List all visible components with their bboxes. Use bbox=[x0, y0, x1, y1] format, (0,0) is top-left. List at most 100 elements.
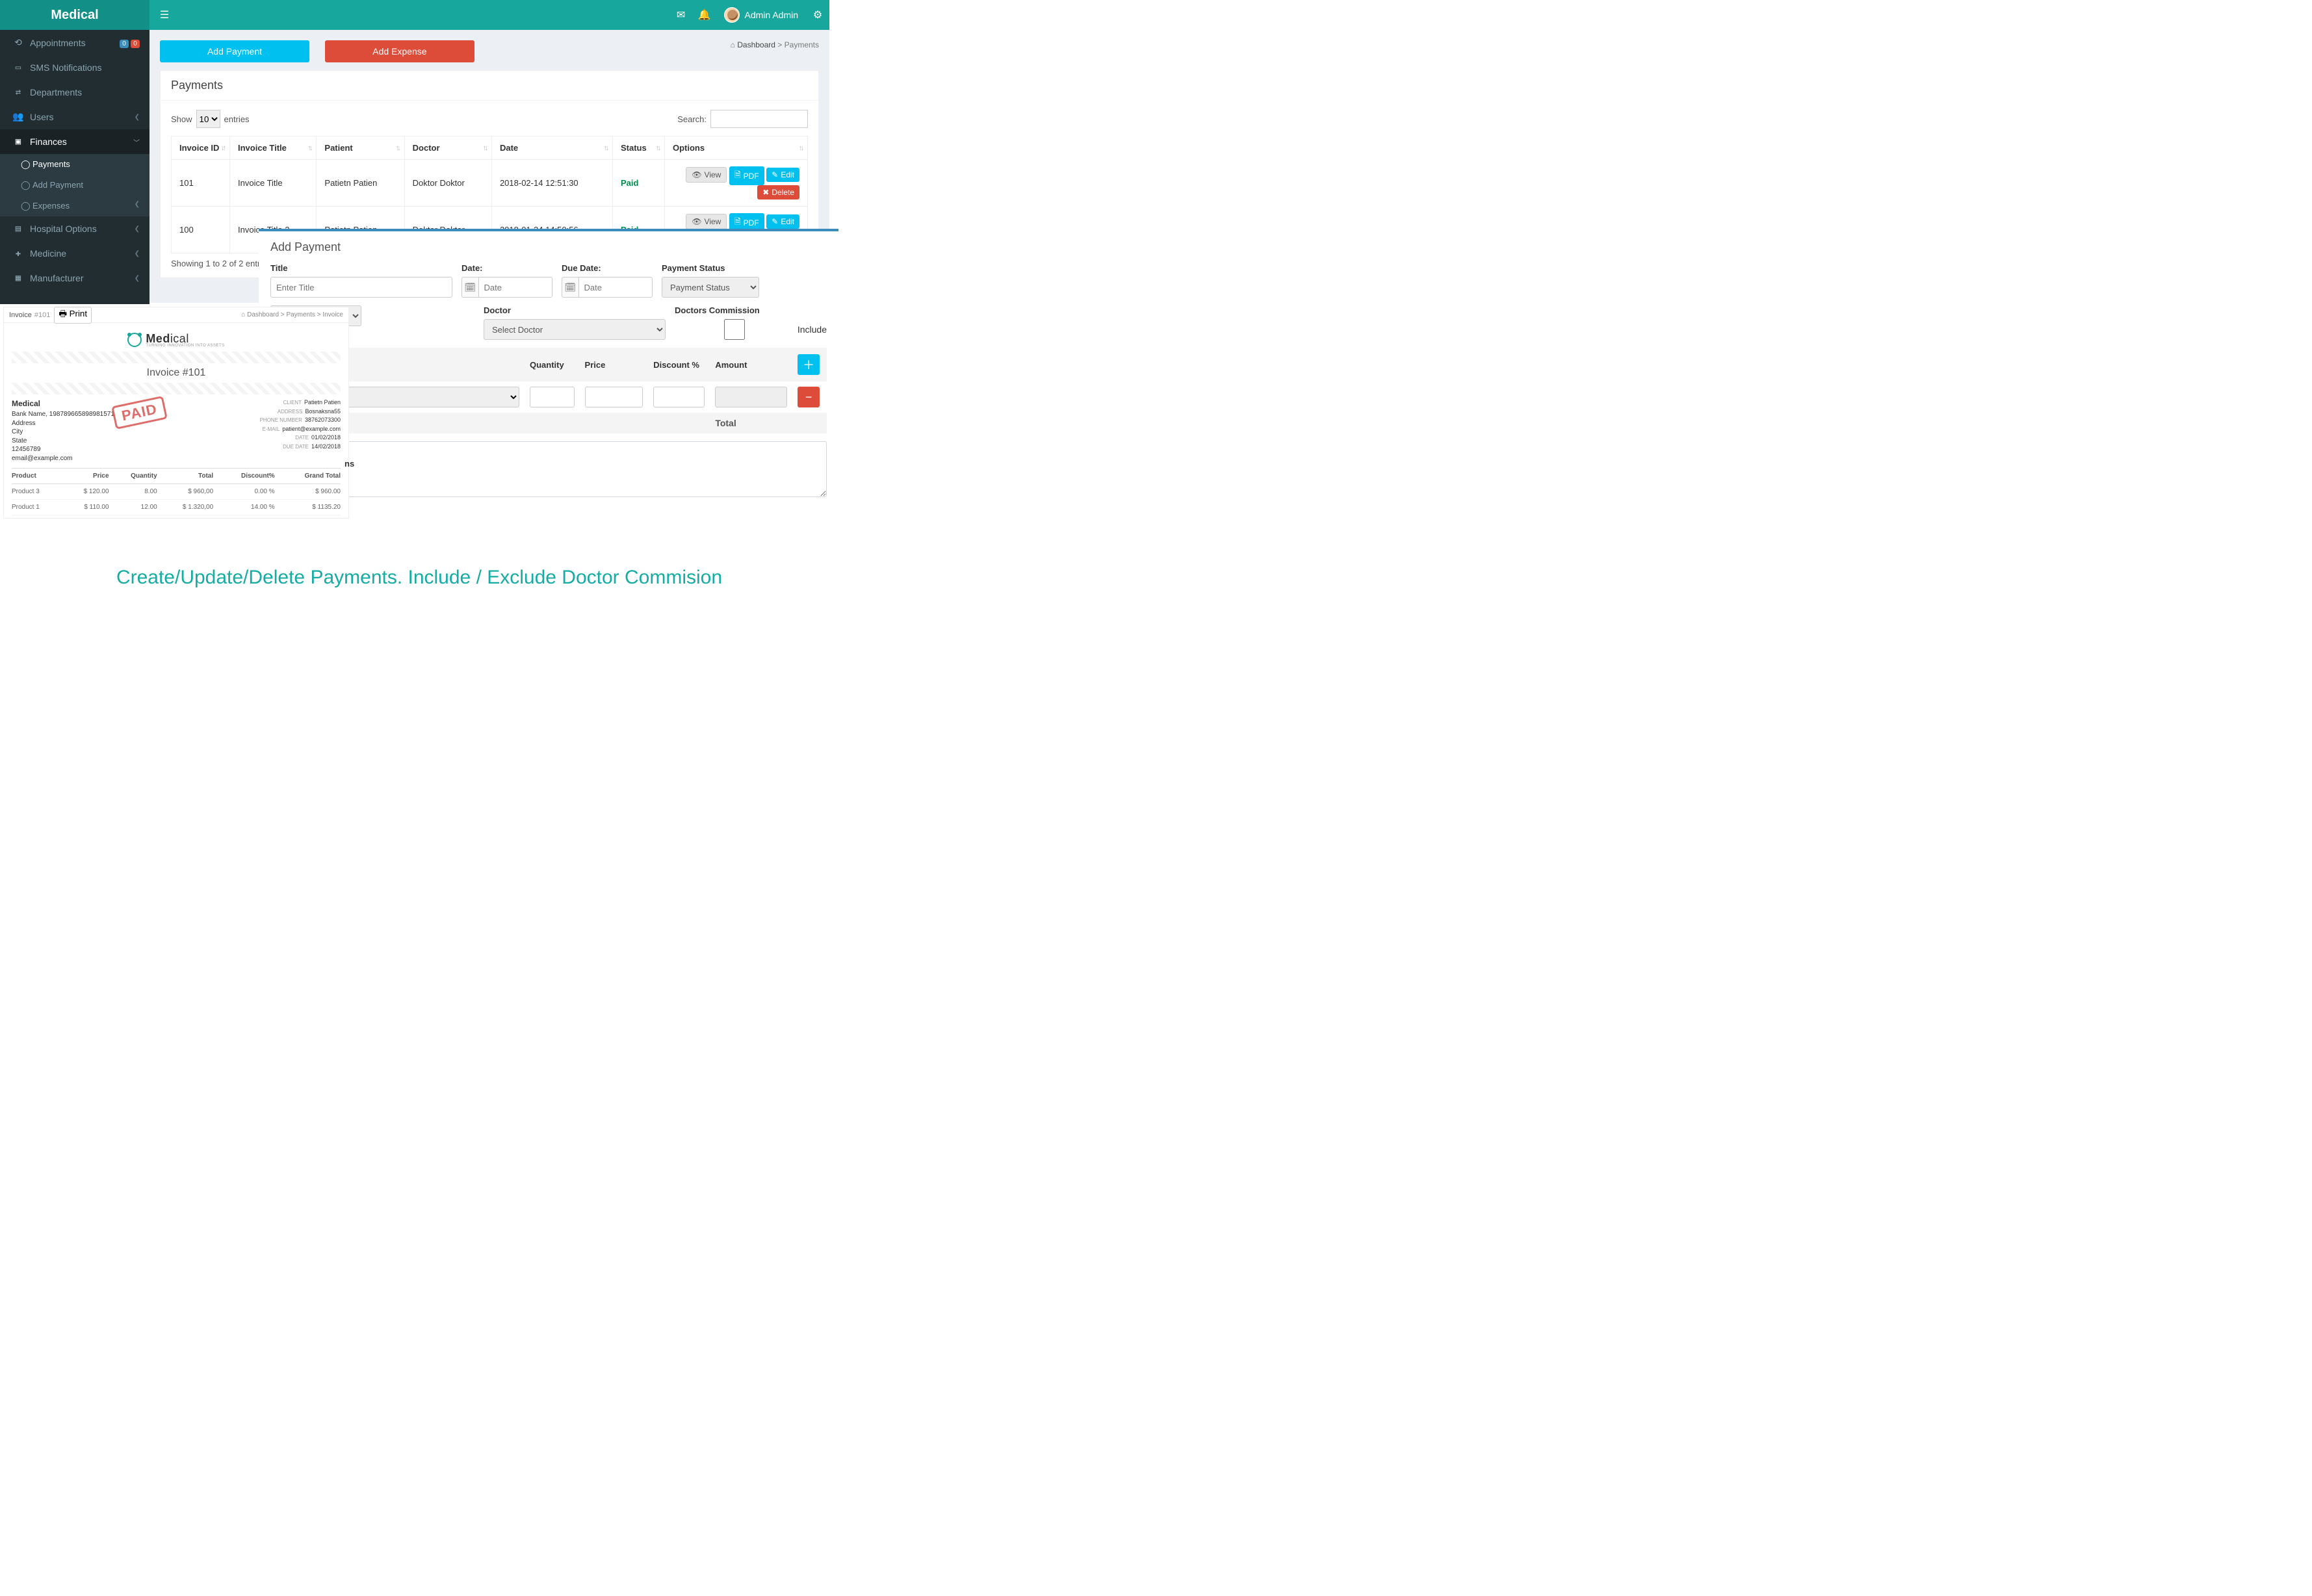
col-amount: Amount bbox=[710, 348, 792, 381]
col-invoice-id[interactable]: Invoice ID↓↑ bbox=[172, 136, 230, 160]
brand-logo[interactable]: Medical bbox=[0, 0, 149, 30]
col-options[interactable]: Options↑↓ bbox=[665, 136, 808, 160]
remove-row-button[interactable]: − bbox=[798, 387, 820, 407]
from-state: State bbox=[12, 437, 114, 446]
sidebar-item-finances[interactable]: ▣ Finances ﹀ bbox=[0, 129, 149, 154]
to-val: Patietn Patien bbox=[304, 399, 341, 405]
col-invoice-title[interactable]: Invoice Title↑↓ bbox=[230, 136, 317, 160]
mail-button[interactable]: ✉ bbox=[669, 0, 693, 30]
note-textarea[interactable] bbox=[270, 441, 827, 497]
amount-input[interactable] bbox=[715, 387, 787, 407]
col-status[interactable]: Status↑↓ bbox=[613, 136, 665, 160]
edit-button[interactable]: ✎Edit bbox=[766, 168, 799, 182]
panel-title: Payments bbox=[161, 71, 818, 101]
add-expense-button[interactable]: Add Expense bbox=[325, 40, 474, 62]
add-payment-button[interactable]: Add Payment bbox=[160, 40, 309, 62]
discount-input[interactable] bbox=[653, 387, 705, 407]
breadcrumb-item[interactable]: Dashboard bbox=[247, 311, 279, 318]
col-patient[interactable]: Patient↑↓ bbox=[317, 136, 404, 160]
to-lbl: CLIENT bbox=[283, 400, 302, 405]
sidebar-label: SMS Notifications bbox=[30, 62, 101, 73]
doctor-select[interactable]: Select Doctor bbox=[484, 319, 666, 340]
to-val: Bosnaksna55 bbox=[305, 408, 341, 415]
qty-input[interactable] bbox=[530, 387, 575, 407]
cell-title: Invoice Title bbox=[230, 160, 317, 207]
edit-button[interactable]: ✎Edit bbox=[766, 214, 799, 229]
add-row-button[interactable]: ＋ bbox=[798, 354, 820, 375]
pdf-button[interactable]: 🗎PDF bbox=[729, 166, 764, 185]
notifications-button[interactable]: 🔔 bbox=[693, 0, 716, 30]
sidebar-item-hospital-options[interactable]: ▤ Hospital Options ❮ bbox=[0, 216, 149, 241]
menu-toggle-button[interactable]: ☰ bbox=[149, 0, 179, 30]
line-qty: 8.00 bbox=[109, 484, 157, 500]
commission-label: Doctors Commission bbox=[675, 305, 827, 315]
chevron-left-icon: ❮ bbox=[135, 225, 140, 233]
sidebar-item-departments[interactable]: ⇄ Departments bbox=[0, 80, 149, 105]
btn-label: Edit bbox=[781, 217, 794, 226]
price-input[interactable] bbox=[585, 387, 643, 407]
invoice-breadcrumb: ⌂ Dashboard > Payments > Invoice bbox=[241, 311, 343, 318]
length-select[interactable]: 10 bbox=[196, 110, 220, 128]
badge-count: 0 bbox=[120, 40, 129, 48]
form-heading: Add Payment bbox=[270, 240, 827, 254]
to-val: patient@example.com bbox=[282, 426, 341, 432]
submenu-add-payment[interactable]: ◯Add Payment bbox=[0, 175, 149, 196]
sidebar-item-users[interactable]: 👥 Users ❮ bbox=[0, 105, 149, 129]
minus-icon: − bbox=[805, 391, 812, 404]
col-discount: Discount% bbox=[213, 469, 275, 484]
file-icon: 🗎 bbox=[734, 216, 741, 229]
top-navbar: ☰ ✉ 🔔 Admin Admin ⚙ bbox=[149, 0, 829, 30]
line-row: Product 1 $ 110.00 12.00 $ 1.320,00 14.0… bbox=[12, 500, 341, 515]
finance-submenu: ◯Payments ◯Add Payment ◯Expenses❮ bbox=[0, 154, 149, 216]
line-product: Product 3 bbox=[12, 484, 62, 500]
cell-id: 100 bbox=[172, 207, 230, 253]
view-button[interactable]: 👁View bbox=[686, 167, 727, 183]
title-input[interactable] bbox=[270, 277, 452, 298]
btn-label: Edit bbox=[781, 170, 794, 179]
btn-label: View bbox=[705, 217, 721, 226]
col-label: Invoice Title bbox=[238, 143, 287, 153]
sidebar-item-manufacturer[interactable]: ▦ Manufacturer ❮ bbox=[0, 266, 149, 290]
breadcrumb-item[interactable]: Payments bbox=[286, 311, 315, 318]
sort-icon: ↑↓ bbox=[799, 144, 802, 152]
col-date[interactable]: Date↑↓ bbox=[491, 136, 612, 160]
sidebar-item-medicine[interactable]: ✚ Medicine ❮ bbox=[0, 241, 149, 266]
to-val: 01/02/2018 bbox=[311, 434, 341, 441]
circle-icon: ◯ bbox=[21, 159, 29, 170]
delete-button[interactable]: ✖Delete bbox=[757, 185, 799, 200]
to-lbl: PHONE NUMBER bbox=[260, 417, 302, 423]
to-val: 14/02/2018 bbox=[311, 443, 341, 450]
due-date-input[interactable] bbox=[578, 277, 653, 298]
sidebar-item-sms[interactable]: ▭ SMS Notifications bbox=[0, 55, 149, 80]
chevron-left-icon: ❮ bbox=[135, 275, 140, 282]
date-input[interactable] bbox=[478, 277, 552, 298]
invoice-number-small: #101 bbox=[34, 311, 50, 319]
items-table: Quantity Price Discount % Amount ＋ − Tot… bbox=[270, 348, 827, 433]
chevron-left-icon: ❮ bbox=[135, 114, 140, 121]
title-label: Title bbox=[270, 263, 452, 273]
submenu-payments[interactable]: ◯Payments bbox=[0, 154, 149, 175]
print-button[interactable]: 🖶 Print bbox=[54, 307, 92, 324]
clipboard-icon: ▤ bbox=[12, 224, 25, 234]
col-price: Price bbox=[580, 348, 649, 381]
view-button[interactable]: 👁View bbox=[686, 214, 727, 229]
breadcrumb-dashboard[interactable]: Dashboard bbox=[737, 40, 775, 49]
line-disc: 14.00 % bbox=[213, 500, 275, 515]
search-input[interactable] bbox=[710, 110, 808, 128]
settings-button[interactable]: ⚙ bbox=[806, 0, 829, 30]
invoice-from: Medical Bank Name, 198789665898981571 Ad… bbox=[12, 398, 114, 463]
sidebar-item-appointments[interactable]: ⟲ Appointments 00 bbox=[0, 30, 149, 55]
avatar bbox=[724, 7, 740, 23]
print-icon: 🖶 bbox=[58, 309, 67, 318]
col-doctor[interactable]: Doctor↑↓ bbox=[404, 136, 491, 160]
status-select[interactable]: Payment Status bbox=[662, 277, 759, 298]
include-commission-checkbox[interactable] bbox=[677, 319, 792, 340]
line-price: $ 120.00 bbox=[62, 484, 109, 500]
to-lbl: DATE bbox=[295, 435, 309, 441]
chevron-down-icon: ﹀ bbox=[133, 137, 140, 147]
user-menu[interactable]: Admin Admin bbox=[716, 7, 806, 23]
submenu-expenses[interactable]: ◯Expenses❮ bbox=[0, 196, 149, 216]
decorative-strip bbox=[12, 383, 341, 394]
from-address: Address bbox=[12, 419, 114, 428]
sidebar: Medical ⟲ Appointments 00 ▭ SMS Notifica… bbox=[0, 0, 149, 304]
